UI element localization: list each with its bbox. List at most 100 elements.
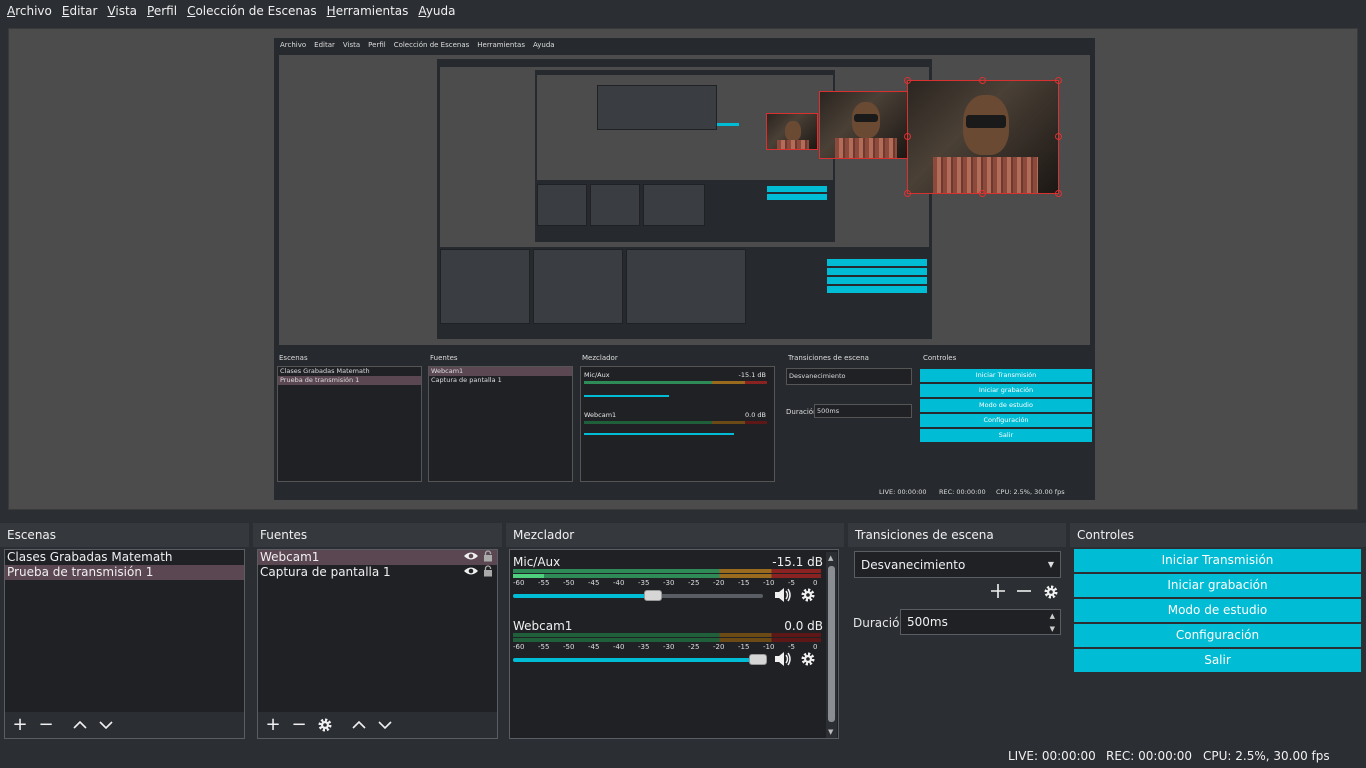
- volume-slider-handle[interactable]: [644, 590, 662, 601]
- resize-handle[interactable]: [904, 77, 911, 84]
- scroll-down-icon[interactable]: ▼: [828, 728, 833, 736]
- move-down-icon[interactable]: [376, 716, 394, 734]
- scroll-up-icon[interactable]: ▲: [828, 554, 833, 562]
- move-up-icon[interactable]: [350, 716, 368, 734]
- nested-button: [827, 286, 927, 293]
- meter-tick-label: -40: [613, 643, 625, 651]
- nested-transition-value: Desvanecimiento: [789, 372, 846, 380]
- menu-perfil[interactable]: Perfil: [142, 4, 182, 18]
- lock-icon[interactable]: [483, 564, 493, 581]
- menu-herramientas[interactable]: Herramientas: [322, 4, 414, 18]
- volume-slider-handle[interactable]: [749, 654, 767, 665]
- remove-icon[interactable]: −: [37, 716, 55, 734]
- volume-meter: [513, 633, 821, 637]
- nested-duration-field: 500ms: [814, 404, 912, 418]
- mixer-scrollbar[interactable]: ▲ ▼: [826, 552, 837, 738]
- webcam-capture-selected[interactable]: [907, 80, 1059, 194]
- meter-tick-label: -5: [788, 579, 795, 587]
- nested-menu-item: Herramientas: [477, 41, 525, 49]
- settings-button[interactable]: Configuración: [1074, 624, 1361, 647]
- nested-panel: [440, 249, 530, 324]
- status-rec: REC: 00:00:00: [1106, 749, 1193, 763]
- meter-tick-label: -20: [713, 579, 725, 587]
- nested-dock-title: Mezclador: [582, 354, 618, 362]
- meter-tick-label: -10: [763, 643, 775, 651]
- meter-tick-label: -10: [763, 579, 775, 587]
- menu-archivo[interactable]: Archivo: [2, 4, 57, 18]
- move-up-icon[interactable]: [71, 716, 89, 734]
- nested-control-button: Configuración: [920, 414, 1092, 427]
- resize-handle[interactable]: [979, 77, 986, 84]
- remove-icon[interactable]: −: [290, 716, 308, 734]
- source-list[interactable]: Webcam1 Captura de pantalla 1 + −: [257, 549, 498, 739]
- duration-spinbox[interactable]: 500ms ▲ ▼: [900, 609, 1061, 635]
- transition-select[interactable]: Desvanecimiento ▼: [854, 551, 1061, 578]
- add-icon[interactable]: +: [11, 716, 29, 734]
- resize-handle[interactable]: [904, 133, 911, 140]
- scrollbar-thumb[interactable]: [828, 566, 835, 722]
- nested-dock-title: Transiciones de escena: [788, 354, 869, 362]
- transitions-dock: Transiciones de escena Desvanecimiento ▼…: [848, 523, 1066, 741]
- source-item-selected[interactable]: Webcam1: [258, 549, 497, 566]
- studio-mode-button[interactable]: Modo de estudio: [1074, 599, 1361, 622]
- meter-tick-label: -45: [588, 579, 600, 587]
- nested-button: [717, 123, 739, 126]
- scenes-toolbar: + −: [5, 712, 244, 738]
- status-cpu: CPU: 2.5%, 30.00 fps: [1203, 749, 1330, 763]
- resize-handle[interactable]: [1055, 77, 1062, 84]
- resize-handle[interactable]: [979, 190, 986, 197]
- gear-icon[interactable]: [316, 716, 334, 734]
- eye-icon[interactable]: [463, 565, 479, 580]
- nested-control-button: Iniciar Transmisión: [920, 369, 1092, 382]
- nested-status-rec: REC: 00:00:00: [939, 488, 986, 496]
- gear-icon[interactable]: [800, 587, 816, 606]
- spin-down-icon[interactable]: ▼: [1050, 617, 1055, 641]
- menu-bar: Archivo Editar Vista Perfil Colección de…: [0, 0, 1366, 22]
- volume-slider[interactable]: [513, 590, 763, 601]
- scene-item[interactable]: Clases Grabadas Matemath: [5, 550, 244, 565]
- nested-preview: [279, 55, 1090, 345]
- scene-list[interactable]: Clases Grabadas Matemath Prueba de trans…: [4, 549, 245, 739]
- meter-tick-label: -55: [538, 579, 550, 587]
- nested-channel-name: Webcam1: [584, 411, 617, 419]
- gear-icon[interactable]: [800, 651, 816, 670]
- menu-vista[interactable]: Vista: [102, 4, 142, 18]
- scene-item-selected[interactable]: Prueba de transmisión 1: [5, 565, 244, 580]
- screen-capture-source[interactable]: Archivo Editar Vista Perfil Colección de…: [274, 38, 1095, 500]
- volume-slider[interactable]: [513, 654, 767, 665]
- scenes-dock-title: Escenas: [0, 523, 249, 547]
- source-item[interactable]: Captura de pantalla 1: [258, 564, 497, 581]
- add-icon[interactable]: +: [264, 716, 282, 734]
- nested-panel: [597, 85, 717, 130]
- speaker-icon[interactable]: [774, 651, 792, 670]
- meter-tick-label: -40: [613, 579, 625, 587]
- exit-button[interactable]: Salir: [1074, 649, 1361, 672]
- sources-dock: Fuentes Webcam1 Captura de pantalla 1 + …: [253, 523, 502, 741]
- gear-icon[interactable]: [1043, 584, 1059, 603]
- resize-handle[interactable]: [904, 190, 911, 197]
- menu-coleccion-escenas[interactable]: Colección de Escenas: [182, 4, 322, 18]
- remove-transition-icon[interactable]: [1016, 583, 1032, 602]
- menu-editar[interactable]: Editar: [57, 4, 103, 18]
- meter-tick-label: -50: [563, 579, 575, 587]
- nested-button: [767, 186, 827, 192]
- add-transition-icon[interactable]: [990, 583, 1006, 602]
- start-streaming-button[interactable]: Iniciar Transmisión: [1074, 549, 1361, 572]
- meter-tick-label: -60: [513, 643, 525, 651]
- move-down-icon[interactable]: [97, 716, 115, 734]
- nested-panel: [537, 184, 587, 226]
- eye-icon[interactable]: [463, 550, 479, 565]
- menu-ayuda[interactable]: Ayuda: [413, 4, 460, 18]
- speaker-icon[interactable]: [774, 587, 792, 606]
- resize-handle[interactable]: [1055, 133, 1062, 140]
- nested-menu-item: Ayuda: [532, 41, 555, 49]
- transitions-dock-title: Transiciones de escena: [848, 523, 1066, 547]
- start-recording-button[interactable]: Iniciar grabación: [1074, 574, 1361, 597]
- nested-mixer: Mic/Aux -15.1 dB Webcam1 0.0 dB: [580, 366, 775, 482]
- resize-handle[interactable]: [1055, 190, 1062, 197]
- nested-menu-item: Editar: [314, 41, 335, 49]
- preview-canvas[interactable]: Archivo Editar Vista Perfil Colección de…: [8, 28, 1358, 510]
- lock-icon[interactable]: [483, 549, 493, 566]
- sources-dock-title: Fuentes: [253, 523, 502, 547]
- nested-status-live: LIVE: 00:00:00: [879, 488, 927, 496]
